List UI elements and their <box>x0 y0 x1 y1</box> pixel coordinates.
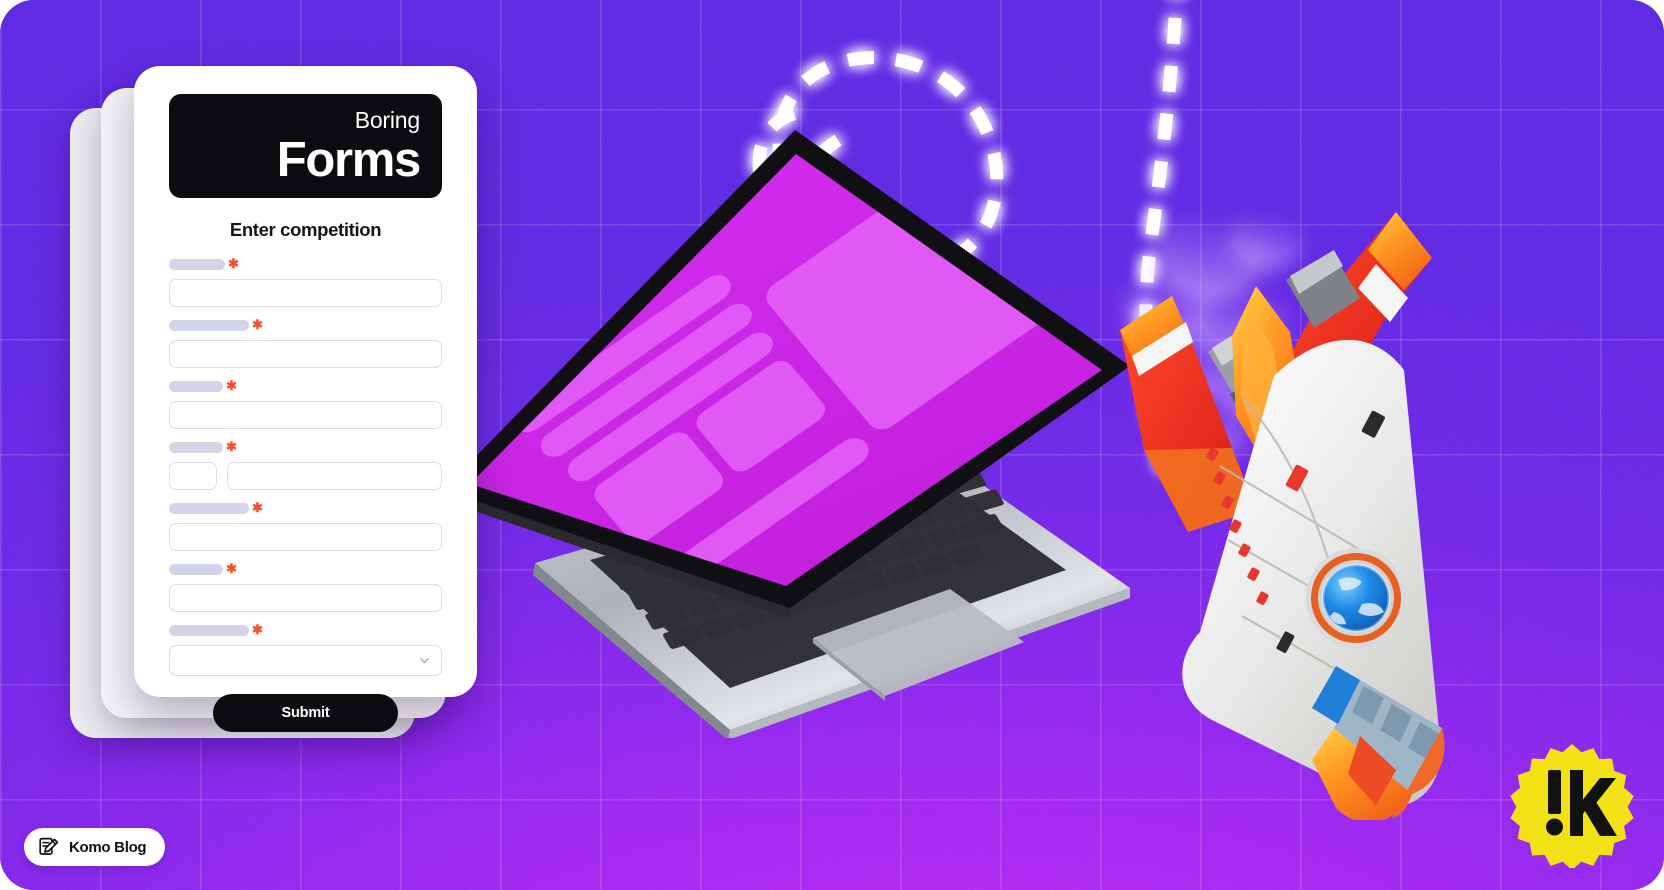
note-edit-icon <box>39 837 59 855</box>
required-asterisk: ✱ <box>252 622 263 637</box>
rocket-illustration <box>1120 209 1445 820</box>
form-field-1: ✱ <box>169 256 442 307</box>
form-field-5: ✱ <box>169 500 442 551</box>
text-input-3[interactable] <box>169 401 442 429</box>
form-field-6: ✱ <box>169 561 442 612</box>
required-asterisk: ✱ <box>226 378 237 393</box>
field-1-label: ✱ <box>169 256 442 272</box>
form-field-2: ✱ <box>169 317 442 368</box>
label-placeholder <box>169 320 249 331</box>
form-field-4: ✱ <box>169 439 442 490</box>
required-asterisk: ✱ <box>252 317 263 332</box>
field-6-label: ✱ <box>169 561 442 577</box>
komo-logo[interactable] <box>1508 740 1636 868</box>
split-input-row <box>169 462 442 490</box>
required-asterisk: ✱ <box>252 500 263 515</box>
form-card: Boring Forms Enter competition ✱ ✱ ✱ ✱ ✱… <box>134 66 477 732</box>
field-4-label: ✱ <box>169 439 442 455</box>
label-placeholder <box>169 442 223 453</box>
dropdown-select[interactable] <box>169 645 442 676</box>
prefix-input[interactable] <box>169 462 217 490</box>
field-3-label: ✱ <box>169 378 442 394</box>
field-2-label: ✱ <box>169 317 442 333</box>
form-field-7: ✱ <box>169 622 442 676</box>
chevron-down-icon <box>420 658 429 664</box>
form-field-3: ✱ <box>169 378 442 429</box>
required-asterisk: ✱ <box>228 256 239 271</box>
field-5-label: ✱ <box>169 500 442 516</box>
brand-line-2: Forms <box>276 133 422 187</box>
brand-line-1: Boring <box>354 107 420 133</box>
text-input-2[interactable] <box>169 340 442 368</box>
laptop-illustration <box>442 130 1130 738</box>
submit-row: Submit <box>169 694 442 732</box>
page-title: Enter competition <box>229 219 382 240</box>
text-input-4[interactable] <box>227 462 442 490</box>
label-placeholder <box>169 503 249 514</box>
text-input-1[interactable] <box>169 279 442 307</box>
komo-blog-label: Komo Blog <box>69 838 147 856</box>
label-placeholder <box>169 259 225 270</box>
text-input-6[interactable] <box>169 584 442 612</box>
brand-header: Boring Forms <box>169 94 442 198</box>
submit-button[interactable]: Submit <box>213 694 398 732</box>
field-7-label: ✱ <box>169 622 442 638</box>
promo-graphic: Boring Forms Enter competition ✱ ✱ ✱ ✱ ✱… <box>0 0 1664 890</box>
label-placeholder <box>169 381 223 392</box>
required-asterisk: ✱ <box>226 561 237 576</box>
label-placeholder <box>169 564 223 575</box>
form-fields: ✱ ✱ ✱ ✱ ✱ ✱ ✱ <box>169 256 442 676</box>
required-asterisk: ✱ <box>226 439 237 454</box>
label-placeholder <box>169 625 249 636</box>
komo-blog-badge[interactable]: Komo Blog <box>24 828 166 866</box>
text-input-5[interactable] <box>169 523 442 551</box>
